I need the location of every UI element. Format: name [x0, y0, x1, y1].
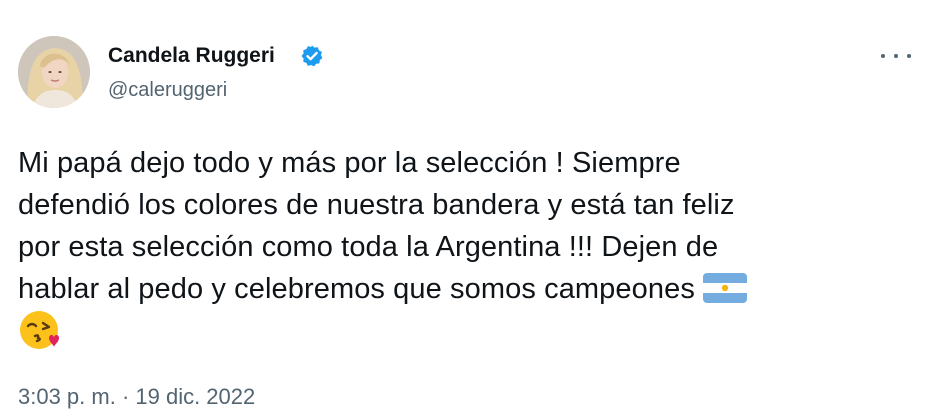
tweet-text-line: por esta selección como toda la Argentin…	[18, 231, 719, 263]
tweet-text-line-with-flag: hablar al pedo y celebremos que somos ca…	[18, 268, 923, 310]
author-handle[interactable]: @caleruggeri	[108, 79, 227, 102]
more-options-button[interactable]	[881, 46, 911, 66]
more-horizontal-icon	[881, 54, 885, 58]
tweet-text-line: Mi papá dejo todo y más por la selección…	[18, 147, 681, 179]
face-blowing-a-kiss-icon	[20, 311, 59, 350]
tweet-text-line-emoji	[18, 310, 923, 352]
avatar[interactable]	[18, 36, 90, 108]
tweet-text-line: hablar al pedo y celebremos que somos ca…	[18, 273, 695, 305]
tweet-text: Mi papá dejo todo y más por la selección…	[18, 142, 923, 352]
tweet-card: Candela Ruggeri @caleruggeri Mi papá dej…	[0, 0, 933, 420]
author-name[interactable]: Candela Ruggeri	[108, 44, 275, 68]
profile-photo-icon	[18, 36, 90, 108]
more-horizontal-icon	[907, 54, 911, 58]
argentina-flag-icon	[702, 273, 747, 304]
tweet-text-line: defendió los colores de nuestra bandera …	[18, 189, 735, 221]
verified-badge-icon	[301, 45, 323, 67]
tweet-timestamp[interactable]: 3:03 p. m. · 19 dic. 2022	[18, 384, 255, 410]
more-horizontal-icon	[894, 54, 898, 58]
